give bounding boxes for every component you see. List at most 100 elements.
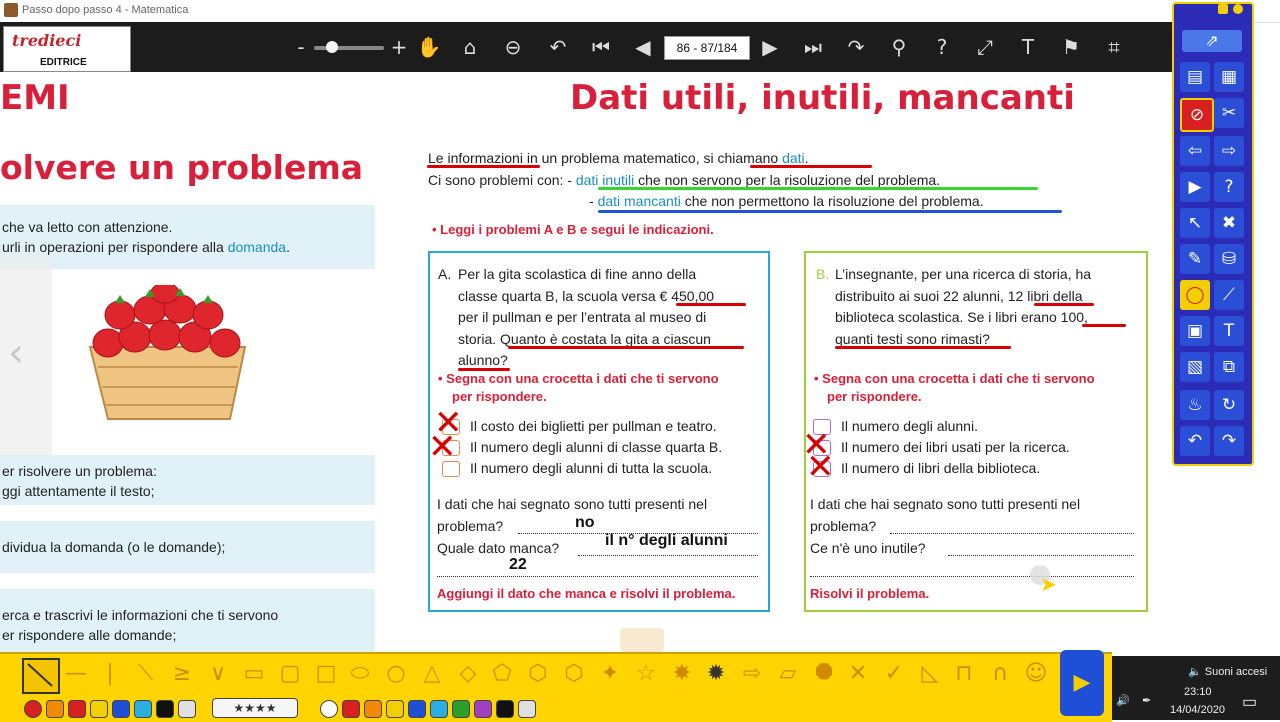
back-arrow-icon[interactable]: ↶ [545,34,571,60]
ellipse-icon[interactable]: ⬭ [346,660,374,688]
v-shape-icon[interactable]: ∨ [204,660,232,688]
star5-icon[interactable]: ☆ [632,660,660,688]
hexagon-icon[interactable]: ⬡ [524,660,552,688]
square-icon[interactable]: □ [312,660,340,688]
burst-icon[interactable]: ✸ [668,660,696,688]
prev-page-chevron-icon[interactable]: ‹ [8,330,24,376]
arch-icon[interactable]: ∩ [986,660,1014,688]
clock-date[interactable]: 14/04/2020 [1170,704,1225,716]
hexagon-alt-icon[interactable]: ⬡ [560,660,588,688]
forward-arrow-icon[interactable]: ↷ [843,34,869,60]
color-swatch-red-2[interactable] [342,700,360,718]
first-page-icon[interactable]: ⏮ [588,34,614,60]
color-swatch-yellow[interactable] [90,700,108,718]
arrow-shape-icon[interactable]: ⇨ [738,660,766,688]
double-zigzag-icon[interactable]: ≥ [168,660,196,688]
profile-card-icon[interactable]: ▦ [1214,62,1244,92]
star4-icon[interactable]: ✦ [596,660,624,688]
home-icon[interactable]: ⌂ [457,34,483,60]
sound-status[interactable]: 🔈 Suoni accesi [1188,665,1267,678]
zoom-out-button[interactable]: - [288,34,314,60]
notifications-icon[interactable]: ▭ [1242,692,1257,712]
copy-icon[interactable]: ⧉ [1214,352,1244,382]
color-swatch-black[interactable] [156,700,174,718]
color-swatch-blue[interactable] [112,700,130,718]
color-swatch-white[interactable] [178,700,196,718]
media-icon[interactable]: ▧ [1180,352,1210,382]
help-globe-icon[interactable]: ? [1214,172,1244,202]
prev-page-icon[interactable]: ◀ [630,34,656,60]
vertical-line-icon[interactable]: | [96,660,124,688]
fill-bucket-icon[interactable]: ⛁ [1214,244,1244,274]
left-page-icon[interactable]: ⇦ [1180,136,1210,166]
rectangle-icon[interactable]: ▭ [240,660,268,688]
line-tool-icon[interactable]: ⟋ [1214,280,1244,310]
color-swatch-ring[interactable] [320,700,338,718]
play-icon[interactable]: ▶ [1180,172,1210,202]
color-swatch-green[interactable] [452,700,470,718]
search-icon[interactable]: ⚲ [886,34,912,60]
color-swatch-black-2[interactable] [496,700,514,718]
tray-scroll-right-icon[interactable]: ▶ [1060,650,1104,716]
color-swatch-orange[interactable] [46,700,64,718]
crop-icon[interactable]: ⌗ [1101,34,1127,60]
pentagon-icon[interactable]: ⬠ [488,660,516,688]
settings-tools-icon[interactable]: ✖ [1214,208,1244,238]
fullscreen-icon[interactable]: ⤢ [972,34,998,60]
zoom-search-icon[interactable]: ⊖ [500,34,526,60]
volume-icon[interactable]: 🔊 [1116,694,1130,707]
color-swatch-orange-2[interactable] [364,700,382,718]
color-swatch-white-2[interactable] [518,700,536,718]
color-swatch-red-round[interactable] [24,700,42,718]
palette-expand-icon[interactable]: ⇗ [1182,30,1242,52]
right-page-icon[interactable]: ⇨ [1214,136,1244,166]
octagon-icon[interactable]: ⯃ [810,660,838,688]
zoom-slider-knob[interactable] [326,41,338,53]
next-page-icon[interactable]: ▶ [757,34,783,60]
color-swatch-purple[interactable] [474,700,492,718]
refresh-icon[interactable]: ↻ [1214,390,1244,420]
undo-icon[interactable]: ↶ [1180,426,1210,456]
bookmark-icon[interactable]: ⚑ [1058,34,1084,60]
smiley-icon[interactable]: ☺ [1022,660,1050,688]
zigzag-icon[interactable]: ⟍ [132,660,160,688]
clock-time[interactable]: 23:10 [1184,686,1212,698]
redo-icon[interactable]: ↷ [1214,426,1244,456]
star-size-selector[interactable]: ★★★★ [212,698,298,718]
cross-shape-icon[interactable]: ✕ [844,660,872,688]
pointer-icon[interactable]: ↖ [1180,208,1210,238]
help-icon[interactable]: ? [929,34,955,60]
page-number-field[interactable]: 86 - 87/184 [664,36,750,60]
zoom-in-button[interactable]: + [386,34,412,60]
check-shape-icon[interactable]: ✓ [880,660,908,688]
color-swatch-cyan[interactable] [134,700,152,718]
triangle-icon[interactable]: △ [418,660,446,688]
page-icon[interactable]: ▤ [1180,62,1210,92]
pen-off-icon[interactable]: ⊘ [1180,98,1214,132]
diamond-icon[interactable]: ◇ [454,660,482,688]
text-insert-icon[interactable]: T [1214,316,1244,346]
last-page-icon[interactable]: ⏭ [800,34,826,60]
square-bracket-icon[interactable]: ⊓ [950,660,978,688]
color-swatch-cyan-2[interactable] [430,700,448,718]
highlighter-shape-icon[interactable]: ◯ [1180,280,1210,310]
circle-icon[interactable]: ○ [382,660,410,688]
palette-minimize-icon[interactable] [1218,4,1228,14]
color-swatch-red[interactable] [68,700,86,718]
eraser-spray-icon[interactable]: ♨ [1180,390,1210,420]
burst-dark-icon[interactable]: ✹ [702,660,730,688]
palette-close-icon[interactable] [1233,4,1243,14]
pen-icon[interactable]: ✎ [1180,244,1210,274]
pen-input-icon[interactable]: ✒ [1142,694,1151,707]
pan-hand-icon[interactable]: ✋ [416,34,442,60]
callout-icon[interactable]: ▱ [774,660,802,688]
color-swatch-blue-2[interactable] [408,700,426,718]
rounded-rect-icon[interactable]: ▢ [276,660,304,688]
color-swatch-yellow-2[interactable] [386,700,404,718]
text-tool-icon[interactable]: T [1015,34,1041,60]
flag-shape-icon[interactable]: ◺ [916,660,944,688]
toolbox-icon[interactable]: ▣ [1180,316,1210,346]
zoom-slider[interactable] [314,46,384,50]
tools-icon[interactable]: ✂ [1214,98,1244,128]
horizontal-line-icon[interactable]: — [62,660,90,688]
